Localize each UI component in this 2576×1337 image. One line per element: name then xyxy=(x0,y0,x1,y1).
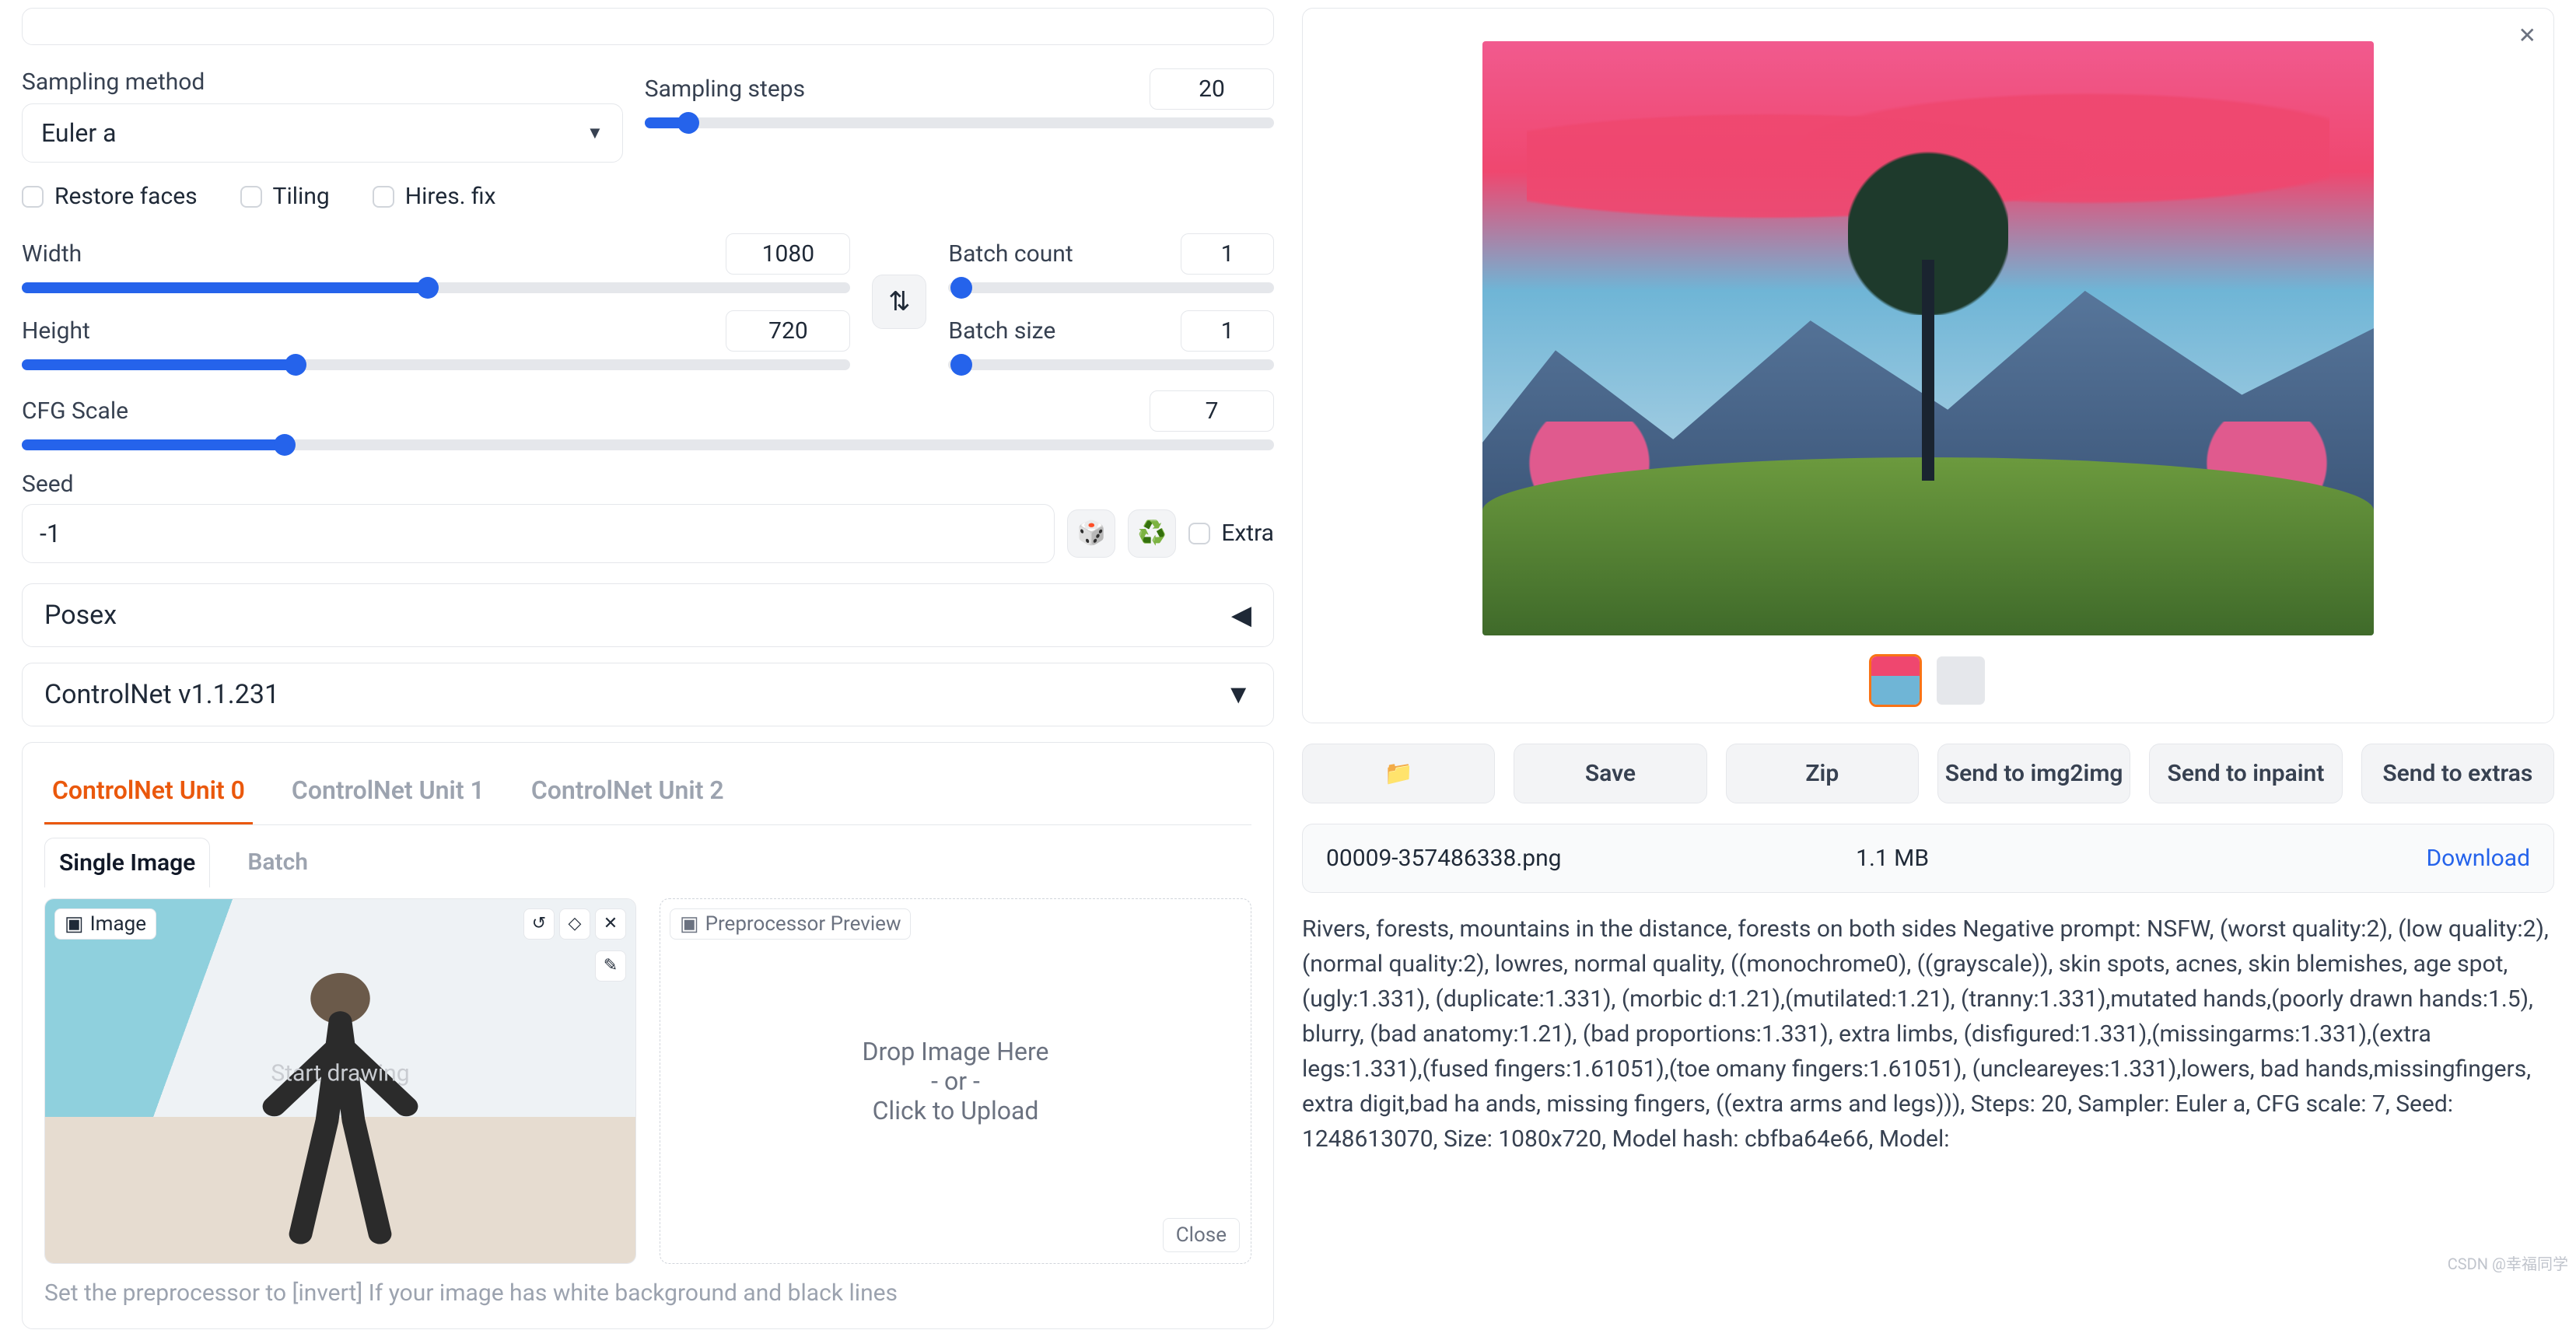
batch-count-label: Batch count xyxy=(948,240,1073,268)
restore-faces-checkbox[interactable]: Restore faces xyxy=(22,183,198,210)
edit-button[interactable]: ✎ xyxy=(595,950,626,982)
folder-icon: 📁 xyxy=(1384,760,1412,787)
file-info-bar: 00009-357486338.png 1.1 MB Download xyxy=(1302,824,2554,893)
tab-controlnet-unit-0[interactable]: ControlNet Unit 0 xyxy=(44,765,253,824)
chevron-down-icon: ▼ xyxy=(586,123,604,143)
close-preview-button[interactable]: Close xyxy=(1163,1218,1240,1252)
thumbnail-2[interactable] xyxy=(1934,654,1987,707)
start-drawing-overlay: Start drawing xyxy=(271,1060,409,1087)
hires-fix-checkbox[interactable]: Hires. fix xyxy=(373,183,496,210)
swap-dimensions-button[interactable]: ⇅ xyxy=(872,275,926,329)
watermark: CSDN @幸福同学 xyxy=(2448,1251,2568,1274)
tab-controlnet-unit-2[interactable]: ControlNet Unit 2 xyxy=(523,765,732,824)
subtab-single-image[interactable]: Single Image xyxy=(44,838,210,887)
sampling-method-value: Euler a xyxy=(41,118,117,148)
cfg-value[interactable]: 7 xyxy=(1150,390,1274,432)
batch-size-value[interactable]: 1 xyxy=(1181,310,1274,352)
output-image[interactable] xyxy=(1482,41,2374,635)
sampling-method-select[interactable]: Euler a ▼ xyxy=(22,103,623,163)
image-icon: ▣ xyxy=(680,912,699,936)
preprocessor-preview-pane[interactable]: ▣Preprocessor Preview Drop Image Here - … xyxy=(660,898,1251,1264)
thumbnail-1[interactable] xyxy=(1869,654,1922,707)
width-value[interactable]: 1080 xyxy=(726,233,850,275)
sampling-steps-label: Sampling steps xyxy=(645,75,805,103)
seed-label: Seed xyxy=(22,471,1274,498)
controlnet-accordion[interactable]: ControlNet v1.1.231 ▼ xyxy=(22,663,1274,726)
cfg-slider[interactable] xyxy=(22,439,1274,450)
random-seed-button[interactable]: 🎲 xyxy=(1067,509,1115,558)
batch-count-slider[interactable] xyxy=(948,282,1274,293)
seed-input[interactable]: -1 xyxy=(22,504,1055,563)
file-name: 00009-357486338.png xyxy=(1326,845,1856,872)
width-slider[interactable] xyxy=(22,282,850,293)
controlnet-image-pane[interactable]: Start drawing ▣Image ↺ ◇ ✕ ✎ xyxy=(44,898,636,1264)
reuse-seed-button[interactable]: ♻️ xyxy=(1128,509,1176,558)
output-gallery: ✕ xyxy=(1302,8,2554,723)
close-icon[interactable]: ✕ xyxy=(2518,23,2536,48)
height-value[interactable]: 720 xyxy=(726,310,850,352)
send-to-extras-button[interactable]: Send to extras xyxy=(2361,744,2554,803)
sampling-steps-value[interactable]: 20 xyxy=(1150,68,1274,110)
zip-button[interactable]: Zip xyxy=(1726,744,1919,803)
image-tag: ▣Image xyxy=(54,908,156,940)
batch-count-value[interactable]: 1 xyxy=(1181,233,1274,275)
batch-size-slider[interactable] xyxy=(948,359,1274,370)
erase-button[interactable]: ◇ xyxy=(559,908,590,940)
file-size: 1.1 MB xyxy=(1856,845,2426,872)
sampling-steps-slider[interactable] xyxy=(645,117,1274,128)
height-label: Height xyxy=(22,317,90,345)
triangle-down-icon: ▼ xyxy=(1225,679,1251,710)
preprocessor-hint: Set the preprocessor to [invert] If your… xyxy=(44,1279,1251,1307)
preview-tag: ▣Preprocessor Preview xyxy=(670,908,911,940)
remove-image-button[interactable]: ✕ xyxy=(595,908,626,940)
height-slider[interactable] xyxy=(22,359,850,370)
prompt-input[interactable] xyxy=(22,8,1274,45)
subtab-batch[interactable]: Batch xyxy=(233,838,322,887)
posex-accordion[interactable]: Posex ◀ xyxy=(22,583,1274,647)
image-icon: ▣ xyxy=(65,912,84,936)
tiling-checkbox[interactable]: Tiling xyxy=(240,183,330,210)
generation-metadata: Rivers, forests, mountains in the distan… xyxy=(1302,912,2554,1157)
save-button[interactable]: Save xyxy=(1514,744,1706,803)
batch-size-label: Batch size xyxy=(948,317,1055,345)
tab-controlnet-unit-1[interactable]: ControlNet Unit 1 xyxy=(284,765,492,824)
triangle-left-icon: ◀ xyxy=(1231,600,1251,631)
controlnet-panel: ControlNet Unit 0 ControlNet Unit 1 Cont… xyxy=(22,742,1274,1329)
send-to-img2img-button[interactable]: Send to img2img xyxy=(1937,744,2130,803)
extra-seed-checkbox[interactable]: Extra xyxy=(1188,520,1274,547)
sampling-method-label: Sampling method xyxy=(22,68,623,96)
open-folder-button[interactable]: 📁 xyxy=(1302,744,1495,803)
undo-button[interactable]: ↺ xyxy=(523,908,555,940)
cfg-label: CFG Scale xyxy=(22,397,128,425)
width-label: Width xyxy=(22,240,82,268)
send-to-inpaint-button[interactable]: Send to inpaint xyxy=(2149,744,2342,803)
download-link[interactable]: Download xyxy=(2426,845,2530,872)
